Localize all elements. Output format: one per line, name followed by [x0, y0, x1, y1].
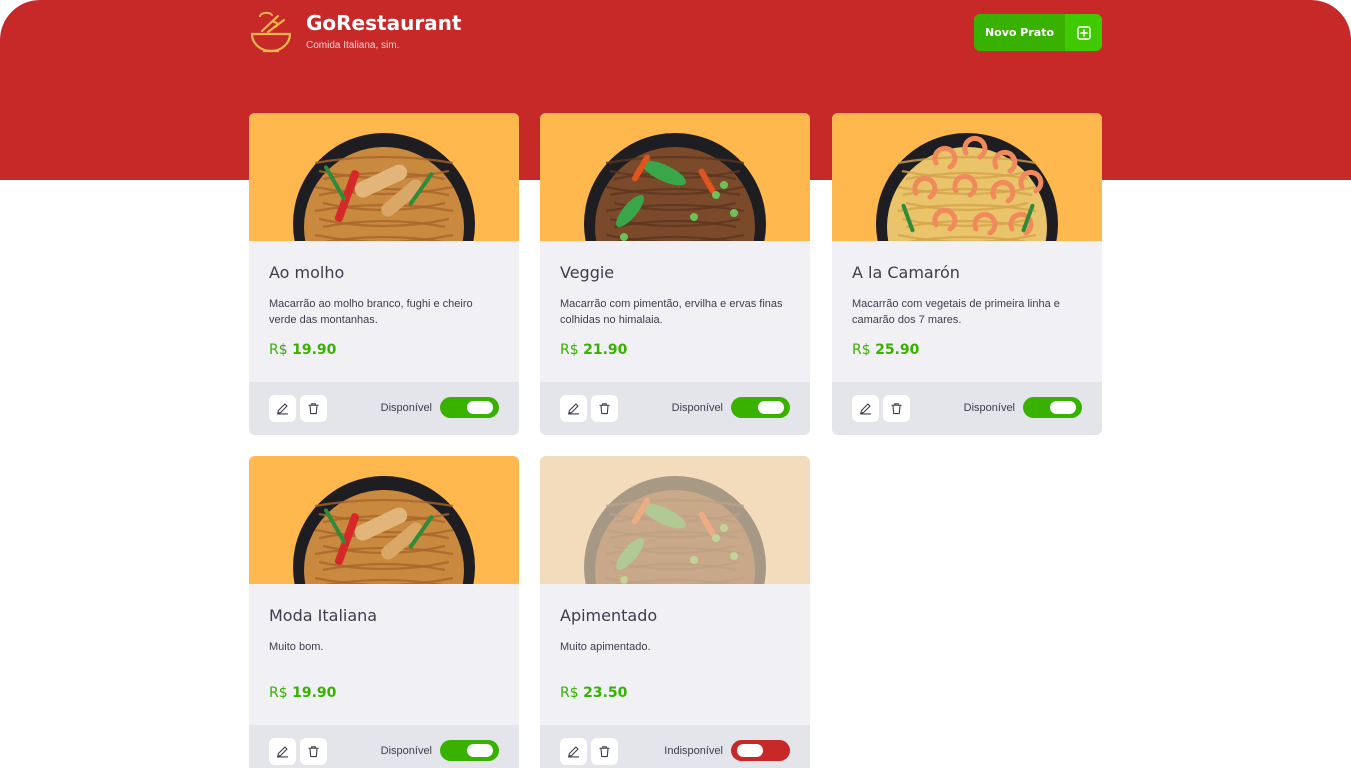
dish-image — [249, 113, 519, 241]
edit-dish-button[interactable] — [269, 738, 296, 765]
delete-dish-button[interactable] — [300, 738, 327, 765]
dish-description: Macarrão com vegetais de primeira linha … — [852, 298, 1060, 326]
dish-card-footer: Disponível — [540, 382, 810, 435]
dish-card-footer: Disponível — [832, 382, 1102, 435]
dish-price-value: 21.90 — [583, 342, 628, 358]
pencil-icon — [859, 403, 872, 415]
dish-price-currency: R$ — [269, 342, 288, 358]
edit-dish-button[interactable] — [852, 395, 879, 422]
brand: GoRestaurant Comida Italiana, sim. — [248, 10, 461, 56]
dish-name: Ao molho — [269, 263, 345, 282]
availability: Disponível — [381, 397, 499, 418]
dish-price-currency: R$ — [560, 342, 579, 358]
dish-price-value: 19.90 — [292, 342, 337, 358]
dish-card: Ao molho Macarrão ao molho branco, fughi… — [249, 113, 519, 435]
dish-name: Veggie — [560, 263, 615, 282]
dish-price: R$ 19.90 — [269, 342, 499, 358]
availability: Disponível — [964, 397, 1082, 418]
dish-card: Apimentado Muito apimentado. R$ 23.50 In… — [540, 456, 810, 768]
availability-toggle[interactable] — [731, 397, 790, 418]
dish-price: R$ 25.90 — [852, 342, 1082, 358]
availability-label: Disponível — [380, 744, 432, 757]
delete-dish-button[interactable] — [591, 738, 618, 765]
app-title: GoRestaurant — [306, 11, 462, 35]
trash-icon — [599, 746, 610, 758]
availability-toggle[interactable] — [731, 740, 790, 761]
availability-label: Indisponível — [664, 744, 723, 757]
dish-price-value: 25.90 — [875, 342, 920, 358]
edit-dish-button[interactable] — [269, 395, 296, 422]
veggie-noodles-bowl-image — [584, 133, 766, 241]
dish-card-footer: Disponível — [249, 725, 519, 768]
toggle-knob — [467, 744, 493, 757]
dish-card: Moda Italiana Muito bom. R$ 19.90 Dispon… — [249, 456, 519, 768]
dish-price-value: 23.50 — [583, 685, 628, 701]
availability-toggle[interactable] — [440, 740, 499, 761]
dish-image — [540, 456, 810, 584]
dish-card-footer: Indisponível — [540, 725, 810, 768]
toggle-knob — [737, 744, 763, 757]
shrimp-noodles-bowl-image — [876, 133, 1058, 241]
availability: Indisponível — [664, 740, 790, 761]
toggle-knob — [758, 401, 784, 414]
app-subtitle: Comida Italiana, sim. — [306, 40, 400, 51]
availability-toggle[interactable] — [440, 397, 499, 418]
toggle-knob — [1050, 401, 1076, 414]
dish-price-currency: R$ — [269, 685, 288, 701]
dish-price: R$ 21.90 — [560, 342, 790, 358]
trash-icon — [891, 403, 902, 415]
pencil-icon — [567, 746, 580, 758]
veggie-noodles-bowl-image — [584, 476, 766, 584]
delete-dish-button[interactable] — [591, 395, 618, 422]
plus-square-icon — [1065, 14, 1102, 51]
delete-dish-button[interactable] — [300, 395, 327, 422]
dish-image — [249, 456, 519, 584]
dish-card: Veggie Macarrão com pimentão, ervilha e … — [540, 113, 810, 435]
availability-label: Disponível — [671, 401, 723, 414]
availability: Disponível — [381, 740, 499, 761]
availability-label: Disponível — [380, 401, 432, 414]
dish-card: A la Camarón Macarrão com vegetais de pr… — [832, 113, 1102, 435]
edit-dish-button[interactable] — [560, 395, 587, 422]
dish-price: R$ 19.90 — [269, 685, 499, 701]
pasta-chicken-bowl-image — [293, 476, 475, 584]
dish-description: Muito bom. — [269, 641, 324, 653]
trash-icon — [308, 746, 319, 758]
pasta-chicken-bowl-image — [293, 133, 475, 241]
dish-price-currency: R$ — [852, 342, 871, 358]
trash-icon — [599, 403, 610, 415]
pencil-icon — [276, 746, 289, 758]
dish-name: A la Camarón — [852, 263, 960, 282]
dish-price-value: 19.90 — [292, 685, 337, 701]
dish-image — [540, 113, 810, 241]
dish-name: Apimentado — [560, 606, 658, 625]
dish-price: R$ 23.50 — [560, 685, 790, 701]
delete-dish-button[interactable] — [883, 395, 910, 422]
dish-name: Moda Italiana — [269, 606, 378, 625]
dish-description: Macarrão ao molho branco, fughi e cheiro… — [269, 298, 473, 326]
dish-description: Muito apimentado. — [560, 641, 651, 653]
dish-price-currency: R$ — [560, 685, 579, 701]
dish-card-footer: Disponível — [249, 382, 519, 435]
availability: Disponível — [672, 397, 790, 418]
dish-image — [832, 113, 1102, 241]
new-dish-button[interactable]: Novo Prato — [974, 14, 1102, 51]
toggle-knob — [467, 401, 493, 414]
trash-icon — [308, 403, 319, 415]
edit-dish-button[interactable] — [560, 738, 587, 765]
pencil-icon — [276, 403, 289, 415]
new-dish-button-label: Novo Prato — [974, 14, 1065, 51]
dish-description: Macarrão com pimentão, ervilha e ervas f… — [560, 298, 783, 326]
food-bowl-icon — [250, 11, 292, 53]
pencil-icon — [567, 403, 580, 415]
availability-label: Disponível — [963, 401, 1015, 414]
availability-toggle[interactable] — [1023, 397, 1082, 418]
